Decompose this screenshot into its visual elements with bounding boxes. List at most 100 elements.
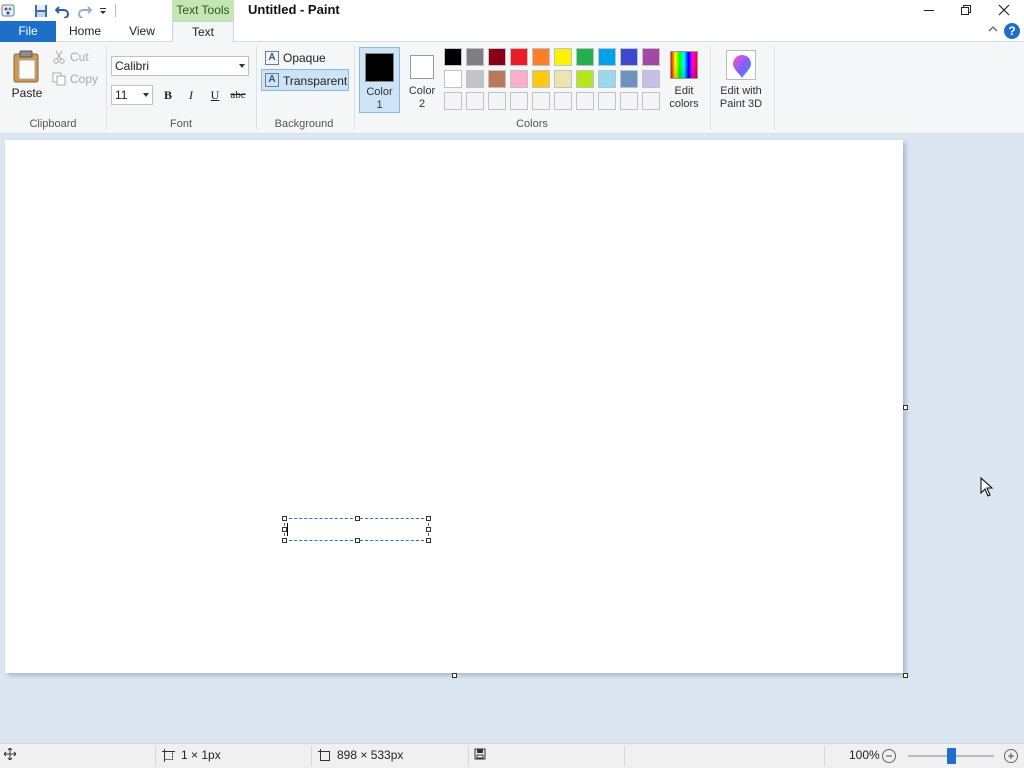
zoom-out-button[interactable]: − — [882, 749, 896, 763]
ribbon: Paste Cut Copy Clipboard Calibri 11 B I … — [0, 42, 1024, 134]
tab-text[interactable]: Text — [172, 21, 234, 43]
scissors-icon — [53, 50, 65, 64]
drawing-canvas[interactable] — [5, 140, 903, 673]
palette-swatch[interactable] — [510, 48, 528, 66]
zoom-slider[interactable] — [908, 748, 994, 764]
palette-swatch[interactable] — [554, 70, 572, 88]
palette-swatch[interactable] — [576, 92, 594, 110]
background-group-label: Background — [274, 118, 334, 130]
palette-swatch[interactable] — [598, 70, 616, 88]
palette-swatch[interactable] — [642, 48, 660, 66]
text-box-resize-handle[interactable] — [426, 516, 431, 521]
palette-swatch[interactable] — [554, 92, 572, 110]
text-box-resize-handle[interactable] — [282, 527, 287, 532]
text-tools-contextual-label: Text Tools — [172, 0, 234, 21]
text-entry-box[interactable] — [282, 516, 431, 543]
text-box-resize-handle[interactable] — [282, 516, 287, 521]
palette-swatch[interactable] — [620, 92, 638, 110]
palette-swatch[interactable] — [554, 48, 572, 66]
color-1-button[interactable]: Color 1 — [359, 47, 400, 113]
palette-swatch[interactable] — [466, 92, 484, 110]
edit-with-paint-3d-button[interactable]: Edit with Paint 3D — [714, 47, 768, 113]
font-size-value: 11 — [115, 88, 128, 102]
palette-swatch[interactable] — [444, 70, 462, 88]
zoom-in-button[interactable]: + — [1004, 749, 1018, 763]
tab-file[interactable]: File — [0, 21, 56, 42]
palette-swatch[interactable] — [532, 70, 550, 88]
text-box-resize-handle[interactable] — [426, 538, 431, 543]
status-divider — [468, 746, 469, 766]
title-bar: Text Tools Untitled - Paint — [0, 0, 1024, 21]
palette-swatch[interactable] — [642, 92, 660, 110]
close-button[interactable] — [985, 0, 1023, 20]
palette-swatch[interactable] — [620, 48, 638, 66]
bold-button[interactable]: B — [158, 86, 178, 104]
canvas-size-value: 898 × 533px — [337, 748, 404, 762]
undo-icon[interactable] — [54, 3, 70, 18]
font-size-dropdown[interactable]: 11 — [111, 85, 153, 105]
palette-swatch[interactable] — [510, 92, 528, 110]
palette-swatch[interactable] — [444, 48, 462, 66]
clipboard-group-label: Clipboard — [29, 118, 77, 130]
palette-swatch[interactable] — [598, 48, 616, 66]
palette-swatch[interactable] — [642, 70, 660, 88]
palette-swatch[interactable] — [620, 70, 638, 88]
minimize-ribbon-chevron-icon[interactable] — [988, 25, 998, 36]
disk-icon — [474, 748, 486, 760]
selection-size-value: 1 × 1px — [181, 748, 221, 762]
palette-swatch[interactable] — [532, 48, 550, 66]
underline-button[interactable]: U — [205, 86, 225, 104]
paint-app-icon[interactable] — [0, 3, 16, 18]
cut-button[interactable]: Cut — [52, 50, 89, 64]
palette-swatch[interactable] — [576, 48, 594, 66]
tab-home[interactable]: Home — [56, 21, 114, 42]
mouse-pointer-icon — [980, 477, 994, 497]
zoom-slider-thumb[interactable] — [947, 748, 956, 764]
customize-toolbar-chevron-icon[interactable] — [97, 3, 109, 18]
transparent-button[interactable]: A Transparent — [261, 69, 349, 91]
opaque-button[interactable]: A Opaque — [262, 49, 350, 67]
help-icon[interactable]: ? — [1004, 23, 1020, 39]
edit-colors-button[interactable]: Edit colors — [666, 47, 702, 113]
paint-3d-icon — [726, 50, 756, 80]
color-2-button[interactable]: Color 2 — [404, 47, 440, 113]
italic-button[interactable]: I — [181, 86, 201, 104]
colors-group-label: Colors — [516, 118, 548, 130]
group-divider — [774, 46, 775, 130]
status-bar: 1 × 1px 898 × 533px 100% − + — [0, 743, 1024, 768]
text-box-resize-handle[interactable] — [355, 516, 360, 521]
palette-swatch[interactable] — [444, 92, 462, 110]
palette-swatch[interactable] — [488, 92, 506, 110]
palette-swatch[interactable] — [466, 70, 484, 88]
font-family-dropdown[interactable]: Calibri — [111, 56, 249, 76]
status-divider — [624, 746, 625, 766]
tab-view[interactable]: View — [114, 21, 170, 42]
save-icon[interactable] — [33, 3, 49, 18]
text-box-resize-handle[interactable] — [426, 527, 431, 532]
palette-swatch[interactable] — [598, 92, 616, 110]
palette-swatch[interactable] — [532, 92, 550, 110]
text-box-resize-handle[interactable] — [355, 538, 360, 543]
palette-swatch[interactable] — [488, 70, 506, 88]
canvas-resize-handle-corner[interactable] — [903, 673, 908, 678]
copy-button[interactable]: Copy — [52, 72, 98, 86]
paste-button[interactable]: Paste — [6, 48, 48, 106]
color-2-number: 2 — [418, 98, 426, 110]
copy-icon — [52, 72, 66, 86]
status-divider — [824, 746, 825, 766]
font-group-label: Font — [169, 118, 192, 130]
canvas-resize-handle-bottom[interactable] — [452, 673, 457, 678]
text-box-resize-handle[interactable] — [282, 538, 287, 543]
paint-3d-label: Edit with — [720, 85, 762, 97]
strikethrough-button[interactable]: abc — [228, 86, 248, 104]
selection-size-readout: 1 × 1px — [162, 748, 221, 762]
palette-swatch[interactable] — [510, 70, 528, 88]
palette-swatch[interactable] — [466, 48, 484, 66]
restore-button[interactable] — [947, 0, 985, 20]
canvas-resize-handle-right[interactable] — [903, 405, 908, 410]
redo-icon[interactable] — [76, 3, 92, 18]
minimize-button[interactable] — [910, 0, 948, 20]
palette-swatch[interactable] — [488, 48, 506, 66]
transparent-label: Transparent — [283, 74, 348, 88]
palette-swatch[interactable] — [576, 70, 594, 88]
